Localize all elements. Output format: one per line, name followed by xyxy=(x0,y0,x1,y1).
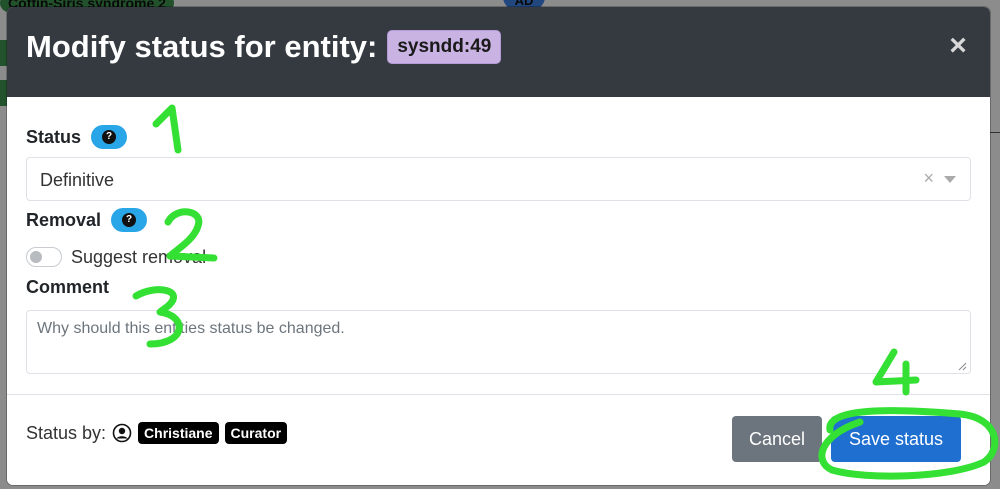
suggest-removal-toggle[interactable] xyxy=(26,247,62,267)
modal-body: Status ? Definitive × Removal ? Suggest … xyxy=(7,97,990,394)
status-field-label: Status ? xyxy=(26,125,128,149)
question-circle-icon: ? xyxy=(122,213,137,227)
comment-field-label: Comment xyxy=(26,277,109,298)
caret-down-icon[interactable] xyxy=(944,176,956,183)
status-help-badge[interactable]: ? xyxy=(91,125,128,149)
comment-label-text: Comment xyxy=(26,277,110,297)
entity-id-badge: sysndd:49 xyxy=(387,30,502,64)
status-by-label: Status by: xyxy=(26,422,107,443)
toggle-knob xyxy=(30,251,42,263)
removal-help-badge[interactable]: ? xyxy=(111,208,148,232)
modal-title-text: Modify status for entity: xyxy=(26,29,378,64)
user-name-badge: Christiane xyxy=(138,422,219,444)
person-circle-icon xyxy=(112,423,132,443)
user-role-badge: Curator xyxy=(224,422,288,444)
status-select-value: Definitive xyxy=(40,170,115,190)
question-circle-icon: ? xyxy=(102,130,117,144)
cancel-button[interactable]: Cancel xyxy=(732,416,822,462)
status-label-text: Status xyxy=(26,126,82,147)
modify-status-modal: Modify status for entity: sysndd:49 × St… xyxy=(7,7,990,485)
removal-label-text: Removal xyxy=(26,209,102,230)
save-status-button[interactable]: Save status xyxy=(831,416,961,462)
removal-field-label: Removal ? xyxy=(26,208,148,232)
modal-title: Modify status for entity: sysndd:49 xyxy=(26,29,502,65)
comment-textarea[interactable] xyxy=(26,310,971,374)
suggest-removal-label[interactable]: Suggest removal xyxy=(71,247,206,268)
close-icon[interactable]: × xyxy=(946,31,970,61)
clear-icon[interactable]: × xyxy=(923,168,934,189)
modal-header: Modify status for entity: sysndd:49 × xyxy=(7,7,990,97)
status-by: Status by: Christiane Curator xyxy=(26,422,288,444)
modal-footer: Status by: Christiane Curator Cancel Sav… xyxy=(7,394,990,485)
status-select[interactable]: Definitive × xyxy=(26,157,971,201)
